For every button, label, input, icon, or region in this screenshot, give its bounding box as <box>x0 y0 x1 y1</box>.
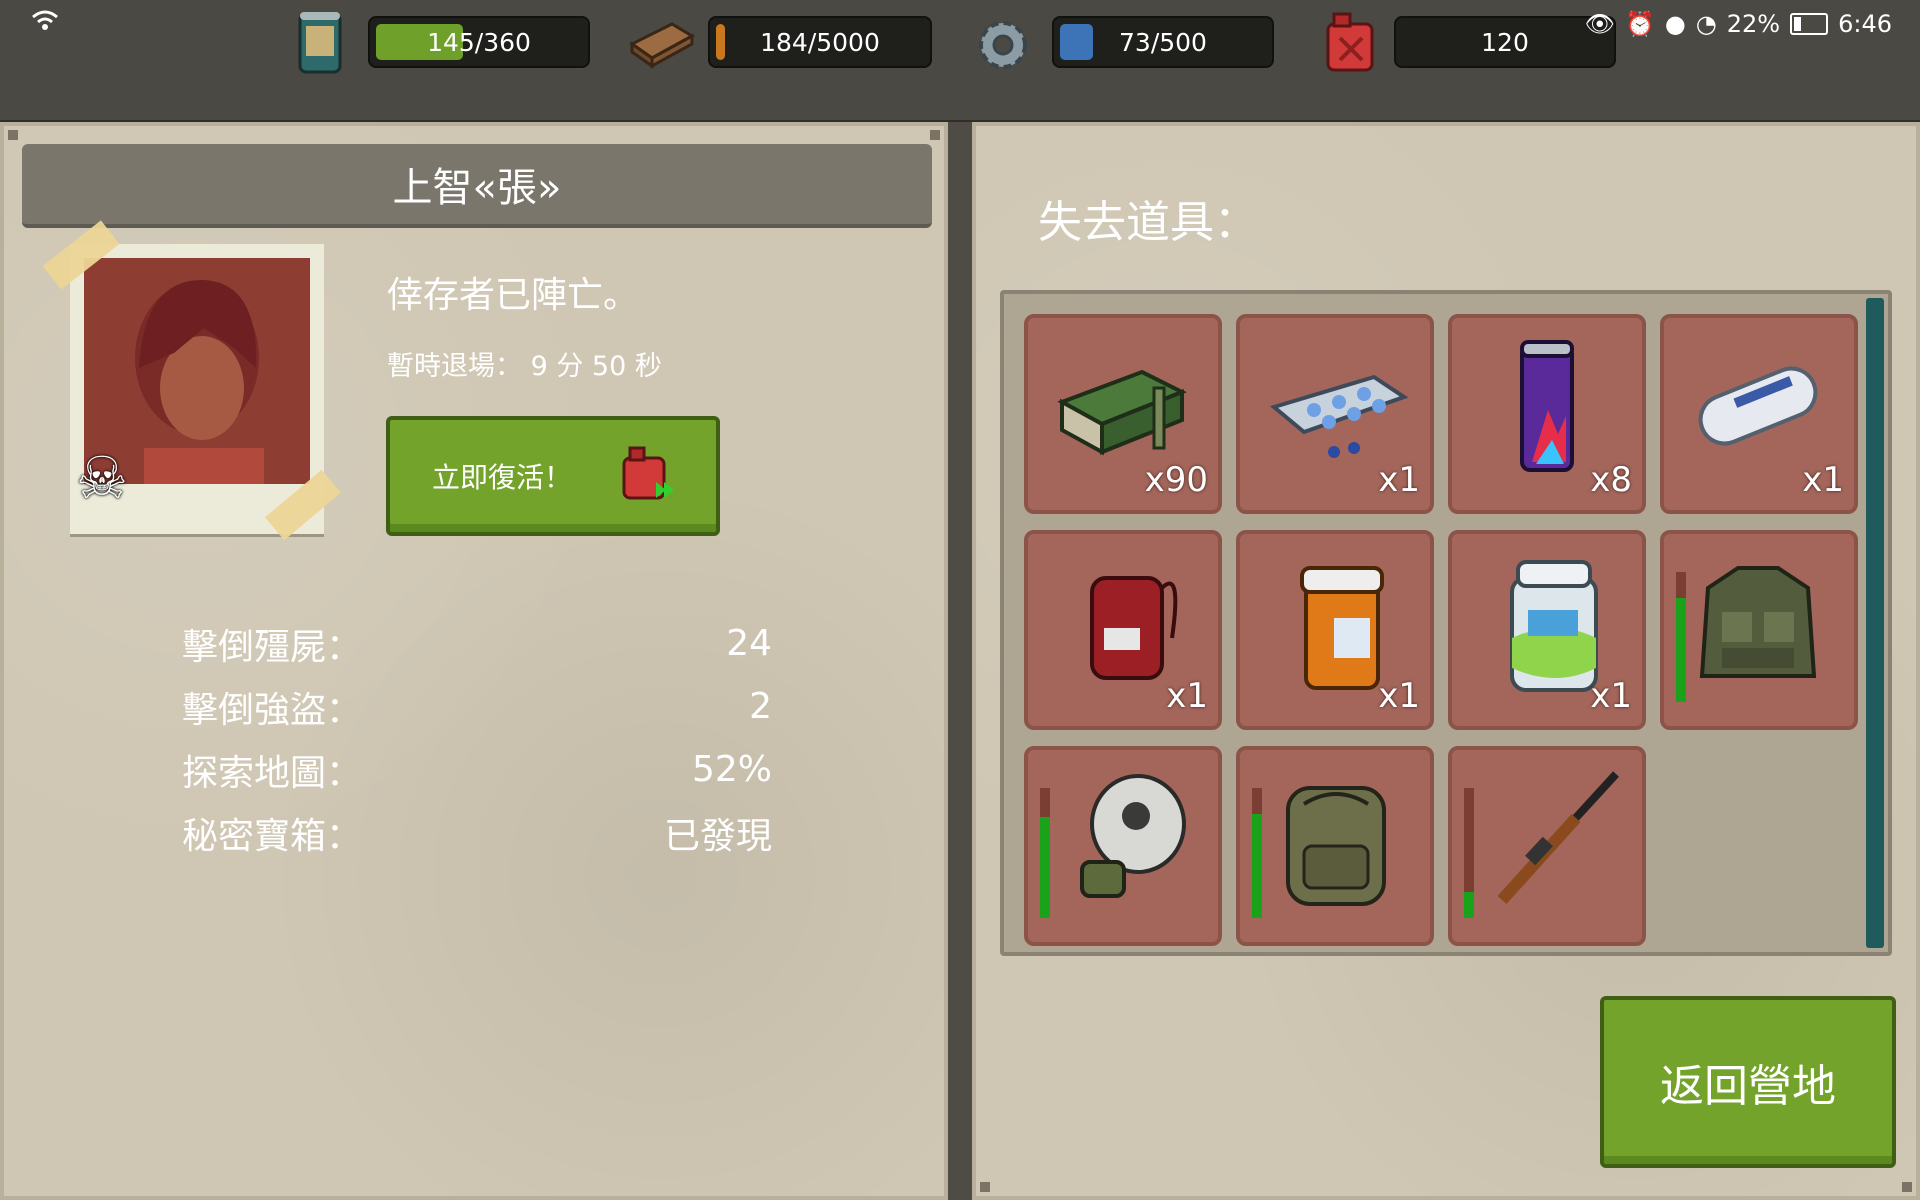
wood-counter: 184/5000 <box>708 16 932 68</box>
stat-row: 探索地圖： 52% <box>182 738 772 801</box>
item-slot-bandage[interactable]: x1 <box>1660 314 1858 514</box>
fuel-counter: 120 <box>1394 16 1616 68</box>
gas-mask-icon <box>1080 774 1186 898</box>
revive-timer: 暫時退場： 9 分 50 秒 <box>387 344 662 383</box>
item-slot-vitamin[interactable]: x1 <box>1448 530 1646 730</box>
item-quantity: x1 <box>1166 676 1208 716</box>
lost-items-panel: 失去道具： x90 x1 x8 x1 x1 x1 x1 返回營地 <box>972 122 1920 1200</box>
item-quantity: x1 <box>1378 460 1420 500</box>
item-slot-pill-bottle[interactable]: x1 <box>1236 530 1434 730</box>
stat-label: 擊倒殭屍： <box>182 626 363 668</box>
stats-list: 擊倒殭屍： 24 擊倒強盜： 2 探索地圖： 52% 秘密寶箱： 已發現 <box>182 612 772 864</box>
battery-icon <box>1790 13 1829 35</box>
timer-value: 9 分 50 秒 <box>530 351 662 382</box>
item-slot-vest[interactable] <box>1660 530 1858 730</box>
stat-value: 已發現 <box>663 815 772 857</box>
fuel-can-icon <box>622 446 674 500</box>
stat-value: 52% <box>691 749 772 790</box>
item-slot-blood-bag[interactable]: x1 <box>1024 530 1222 730</box>
item-quantity: x90 <box>1144 460 1208 500</box>
rifle-icon <box>1497 771 1619 905</box>
stat-label: 擊倒強盜： <box>182 689 363 731</box>
return-to-camp-button[interactable]: 返回營地 <box>1600 996 1896 1168</box>
skull-icon: ☠ <box>76 444 128 512</box>
item-slot-backpack[interactable] <box>1236 746 1434 946</box>
clock-time: 6:46 <box>1838 10 1892 38</box>
food-value: 145/360 <box>427 27 531 57</box>
fuel-value: 120 <box>1481 27 1529 57</box>
item-quantity: x8 <box>1590 460 1632 500</box>
fuel-can-icon <box>1326 12 1374 72</box>
lost-items-title: 失去道具： <box>1038 197 1258 248</box>
item-slot-pills[interactable]: x1 <box>1236 314 1434 514</box>
eye-icon: 👁 <box>1584 10 1615 38</box>
stat-row: 秘密寶箱： 已發現 <box>182 801 772 864</box>
item-slot-rifle[interactable] <box>1448 746 1646 946</box>
panel-corner <box>980 1182 990 1192</box>
tactical-vest-icon <box>1699 566 1817 678</box>
item-quantity: x1 <box>1378 676 1420 716</box>
stat-label: 秘密寶箱： <box>182 815 363 857</box>
item-slot-ammo[interactable]: x90 <box>1024 314 1222 514</box>
character-name: 上智«張» <box>22 144 932 228</box>
item-quantity: x1 <box>1802 460 1844 500</box>
water-counter: 73/500 <box>1052 16 1274 68</box>
grid-scrollbar[interactable] <box>1866 298 1884 948</box>
gear-icon[interactable] <box>974 16 1032 74</box>
stat-row: 擊倒強盜： 2 <box>182 675 772 738</box>
revive-now-button[interactable]: 立即復活！ <box>386 416 720 536</box>
food-counter: 145/360 <box>368 16 590 68</box>
panel-corner <box>930 130 940 140</box>
water-value: 73/500 <box>1119 27 1207 57</box>
item-slot-gas-mask[interactable] <box>1024 746 1222 946</box>
wood-value: 184/5000 <box>760 27 880 57</box>
food-can-icon <box>298 12 342 74</box>
battery-percent: 22% <box>1726 10 1781 38</box>
wifi-icon <box>32 10 58 30</box>
timer-label: 暫時退場： <box>387 351 522 382</box>
resource-bar: 145/360 184/5000 73/500 120 👁 ⏰ ● ◔ 22% … <box>0 0 1920 124</box>
character-panel: 上智«張» ☠ 倖存者已陣亡。 暫時退場： 9 分 50 秒 立即復活！ 擊倒殭… <box>0 122 948 1200</box>
panel-corner <box>8 130 18 140</box>
item-quantity: x1 <box>1590 676 1632 716</box>
stat-value: 24 <box>726 623 772 664</box>
backpack-icon <box>1286 786 1386 906</box>
revive-label: 立即復活！ <box>432 461 573 494</box>
item-slot-energy-drink[interactable]: x8 <box>1448 314 1646 514</box>
alarm-icon: ⏰ <box>1624 10 1655 38</box>
wood-plank-icon <box>629 22 696 69</box>
stat-value: 2 <box>749 686 772 727</box>
system-status: 👁 ⏰ ● ◔ 22% 6:46 <box>1584 10 1892 38</box>
fallen-message: 倖存者已陣亡。 <box>387 275 640 316</box>
stat-label: 探索地圖： <box>182 752 363 794</box>
location-icon: ● <box>1664 10 1686 38</box>
panel-divider <box>948 122 972 1200</box>
speed-icon: ◔ <box>1695 10 1717 38</box>
lost-items-grid[interactable]: x90 x1 x8 x1 x1 x1 x1 <box>1000 290 1892 956</box>
panel-corner <box>1902 1182 1912 1192</box>
stat-row: 擊倒殭屍： 24 <box>182 612 772 675</box>
